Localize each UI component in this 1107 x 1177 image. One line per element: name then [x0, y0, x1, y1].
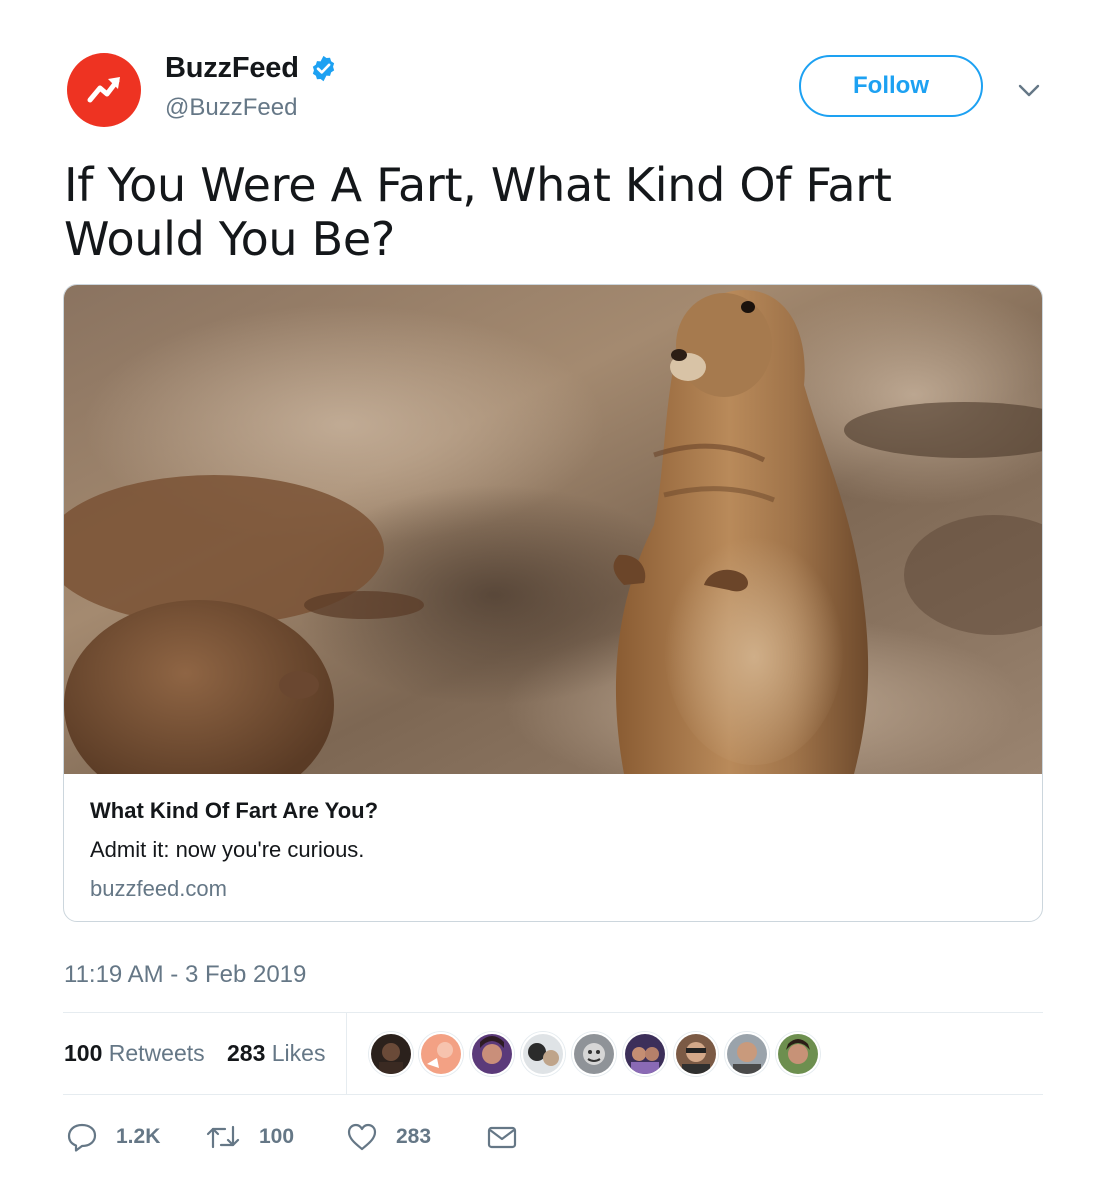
stats-vertical-divider	[346, 1013, 347, 1094]
retweets-count: 100	[64, 1040, 103, 1066]
tweet-text: If You Were A Fart, What Kind Of Fart Wo…	[64, 158, 892, 266]
retweet-action[interactable]: 100	[205, 1120, 294, 1154]
like-count: 283	[396, 1125, 432, 1148]
reply-action[interactable]: 1.2K	[66, 1120, 160, 1154]
liker-avatar[interactable]	[572, 1032, 616, 1076]
author-handle[interactable]: @BuzzFeed	[165, 94, 297, 122]
card-description: Admit it: now you're curious.	[90, 837, 365, 862]
direct-message-action[interactable]	[486, 1120, 518, 1154]
liker-avatar[interactable]	[419, 1032, 463, 1076]
tweet-timestamp[interactable]: 11:19 AM - 3 Feb 2019	[64, 961, 306, 989]
card-title: What Kind Of Fart Are You?	[90, 798, 379, 823]
likes-stat[interactable]: 283 Likes	[227, 1040, 325, 1067]
liker-avatar[interactable]	[674, 1032, 718, 1076]
reply-count: 1.2K	[116, 1125, 161, 1148]
heart-icon	[347, 1123, 377, 1151]
link-card[interactable]: What Kind Of Fart Are You? Admit it: now…	[63, 284, 1043, 922]
liker-avatar[interactable]	[725, 1032, 769, 1076]
retweet-count: 100	[259, 1125, 295, 1148]
stats-top-divider	[63, 1012, 1043, 1013]
liker-avatar[interactable]	[623, 1032, 667, 1076]
buzzfeed-logo-icon	[87, 77, 120, 103]
card-domain: buzzfeed.com	[90, 876, 227, 901]
liker-avatar[interactable]	[369, 1032, 413, 1076]
stats-bottom-divider	[63, 1094, 1043, 1095]
retweet-icon	[206, 1125, 240, 1149]
author-display-name[interactable]: BuzzFeed	[165, 52, 299, 85]
verified-badge-icon	[312, 55, 334, 82]
liker-avatar[interactable]	[776, 1032, 820, 1076]
retweets-label: Retweets	[108, 1040, 205, 1066]
retweets-stat[interactable]: 100 Retweets	[64, 1040, 205, 1067]
prairie-dog-photo	[64, 285, 1042, 774]
chevron-down-icon[interactable]	[1014, 78, 1044, 102]
liker-avatar[interactable]	[470, 1032, 514, 1076]
likes-count: 283	[227, 1040, 266, 1066]
like-action[interactable]: 283	[346, 1120, 431, 1154]
liker-avatar[interactable]	[521, 1032, 565, 1076]
author-name-row: BuzzFeed	[165, 52, 338, 85]
envelope-icon	[487, 1126, 517, 1149]
author-avatar[interactable]	[67, 53, 141, 127]
likes-label: Likes	[271, 1040, 326, 1066]
reply-icon	[67, 1123, 97, 1152]
follow-button[interactable]: Follow	[799, 55, 983, 117]
